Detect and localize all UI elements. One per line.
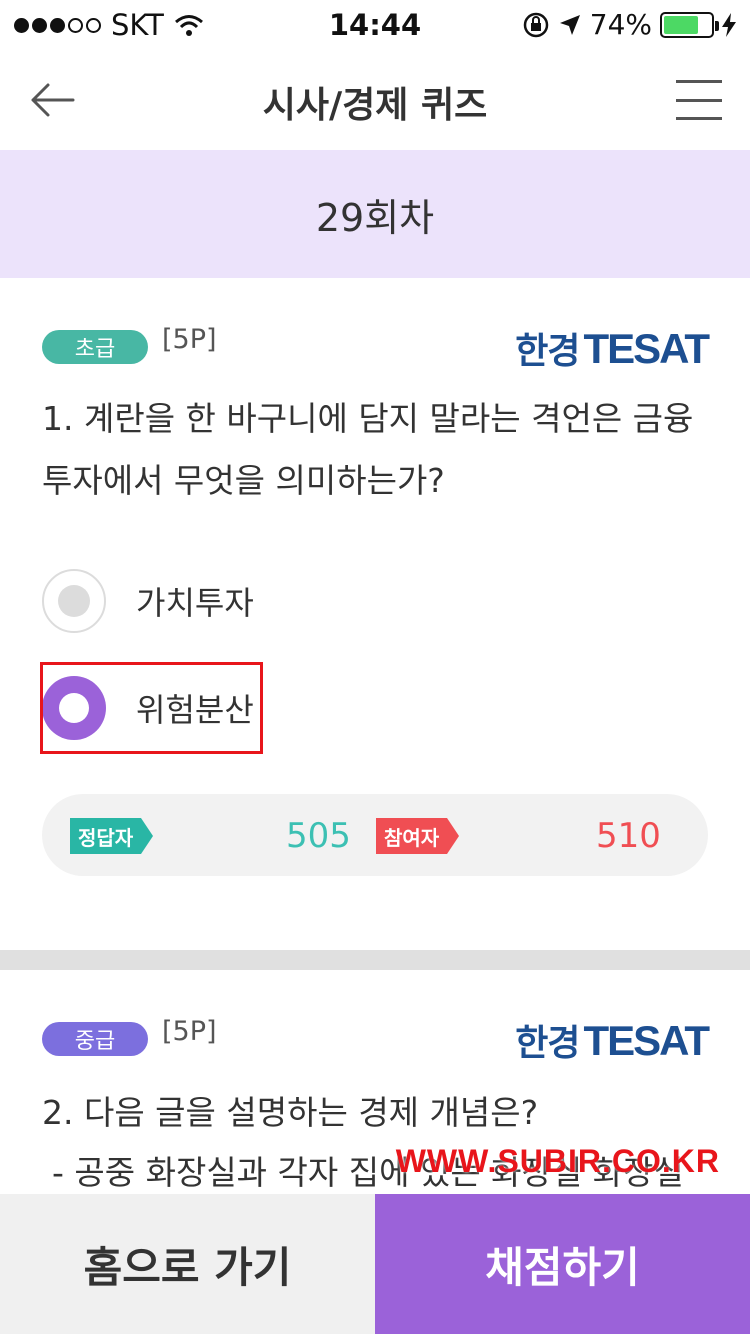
location-arrow-icon	[559, 14, 580, 35]
hamburger-icon	[676, 80, 722, 83]
correct-tag: 정답자	[70, 818, 154, 854]
rotation-lock-icon	[523, 12, 549, 37]
radio-button[interactable]	[42, 569, 106, 633]
watermark: WWW.SUBIR.CO.KR	[395, 1143, 720, 1179]
selection-highlight-box	[40, 662, 263, 754]
stats-bar: 정답자 505 참여자 510	[42, 794, 708, 876]
option-1[interactable]: 가치투자	[42, 568, 602, 634]
navigation-bar: 시사/경제 퀴즈	[0, 50, 750, 150]
tesat-logo: 한경 TESAT	[515, 1017, 710, 1064]
question-card-1: 초급 [5P] 한경 TESAT 1. 계란을 한 바구니에 담지 말라는 격언은…	[0, 278, 750, 950]
points-label: [5P]	[162, 324, 217, 355]
tesat-logo: 한경 TESAT	[515, 325, 710, 372]
page-title: 시사/경제 퀴즈	[262, 85, 488, 126]
question-text: 2. 다음 글을 설명하는 경제 개념은?	[42, 1093, 539, 1132]
correct-count: 505	[286, 816, 351, 856]
grade-button[interactable]: 채점하기	[375, 1194, 750, 1334]
round-label: 29회차	[315, 195, 435, 240]
level-badge: 초급	[42, 330, 148, 364]
status-right: 74%	[522, 8, 736, 41]
option-label: 가치투자	[136, 584, 254, 622]
participant-count: 510	[596, 816, 661, 856]
participant-tag: 참여자	[376, 818, 460, 854]
home-button[interactable]: 홈으로 가기	[0, 1194, 375, 1334]
question-text: 1. 계란을 한 바구니에 담지 말라는 격언은 금융 투자에서 무엇을 의미하…	[42, 399, 694, 500]
bottom-bar: 홈으로 가기 채점하기	[0, 1194, 750, 1334]
points-label: [5P]	[162, 1016, 217, 1047]
battery-percent: 74%	[589, 8, 652, 41]
round-banner: 29회차	[0, 150, 750, 278]
level-badge: 중급	[42, 1022, 148, 1056]
menu-button[interactable]	[676, 80, 722, 120]
charging-bolt-icon	[722, 12, 736, 37]
status-bar: SKT 14:44 74%	[0, 0, 750, 50]
section-divider	[0, 950, 750, 970]
battery-icon	[660, 11, 719, 38]
